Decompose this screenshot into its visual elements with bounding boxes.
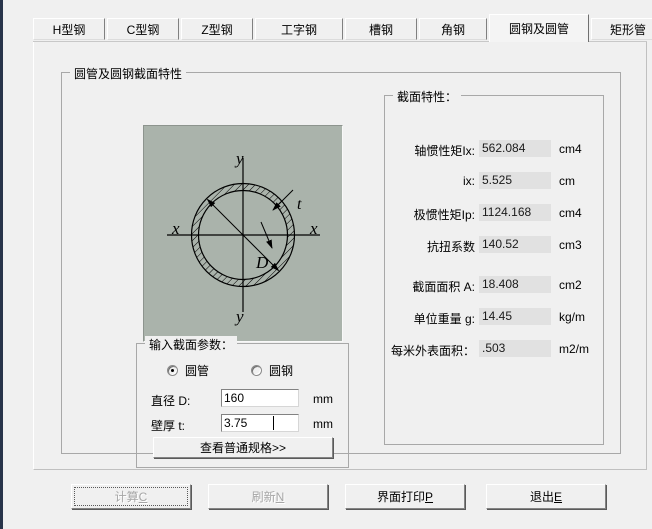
- diameter-input[interactable]: [221, 389, 299, 407]
- pipe-section-drawing: y y x x t D: [167, 149, 320, 326]
- cross-section-diagram: y y x x t D: [143, 125, 343, 342]
- property-unit: cm3: [559, 238, 582, 252]
- property-row: 单位重量 g: 14.45 kg/m: [385, 308, 603, 328]
- radio-option-label: 圆钢: [269, 364, 294, 378]
- diagram-label-diameter: D: [255, 253, 269, 272]
- calc-button-accelerator: C: [138, 490, 148, 504]
- radio-option-0[interactable]: 圆管: [167, 362, 209, 379]
- input-field-row: 壁厚 t: mm: [137, 414, 348, 436]
- tab-4[interactable]: 槽钢: [345, 18, 417, 40]
- tab-label: H型钢: [52, 22, 86, 37]
- property-label: 轴惯性矩Ix:: [414, 144, 475, 158]
- section-properties-group: 圆管及圆钢截面特性 y y x x t D 输入截面参数： 圆管 圆钢 直径 D…: [61, 65, 621, 468]
- diagram-label-x-right: x: [309, 219, 318, 238]
- property-row: ix: 5.525 cm: [385, 172, 603, 192]
- input-field-unit: mm: [313, 392, 333, 406]
- property-value: .503: [479, 340, 551, 357]
- input-field-label: 直径 D:: [151, 394, 191, 408]
- diagram-label-x-left: x: [171, 219, 180, 238]
- refresh-button: 刷新N: [208, 484, 328, 509]
- diagram-label-thickness: t: [297, 196, 302, 213]
- input-field-label: 壁厚 t:: [151, 419, 186, 433]
- property-value: 562.084: [479, 140, 551, 157]
- property-value: 140.52: [479, 236, 551, 253]
- radio-option-1[interactable]: 圆钢: [251, 362, 293, 379]
- view-standard-spec-button-label: 查看普通规格>>: [199, 441, 287, 455]
- tab-label: 角钢: [440, 22, 465, 37]
- view-standard-spec-button[interactable]: 查看普通规格>>: [153, 437, 333, 458]
- property-unit: cm: [559, 174, 575, 188]
- exit-button-accelerator: E: [554, 490, 563, 504]
- tab-6[interactable]: 圆钢及圆管: [489, 14, 589, 42]
- property-label: 单位重量 g:: [413, 312, 475, 326]
- section-type-radio-group: 圆管 圆钢: [137, 362, 348, 382]
- input-field-row: 直径 D: mm: [137, 389, 348, 411]
- property-value: 5.525: [479, 172, 551, 189]
- refresh-button-accelerator: N: [275, 490, 285, 504]
- input-parameters-group-legend: 输入截面参数：: [145, 336, 238, 353]
- thickness-input[interactable]: [221, 414, 299, 432]
- tab-label: 圆钢及圆管: [508, 22, 569, 36]
- tab-0[interactable]: H型钢: [33, 18, 105, 40]
- property-value: 14.45: [479, 308, 551, 325]
- property-unit: cm4: [559, 142, 582, 156]
- computed-properties-group: 截面特性： 轴惯性矩Ix: 562.084 cm4 ix: 5.525 cm 极惯性矩Ip:…: [384, 88, 604, 445]
- property-label: 截面面积 A:: [412, 280, 475, 294]
- tab-2[interactable]: Z型钢: [181, 18, 253, 40]
- exit-button[interactable]: 退出E: [486, 484, 606, 509]
- tab-label: 工字钢: [280, 22, 317, 37]
- text-caret: [273, 416, 274, 430]
- property-unit: kg/m: [559, 310, 586, 324]
- section-properties-group-legend: 圆管及圆钢截面特性: [70, 65, 187, 82]
- print-button-label: 界面打印P: [376, 490, 434, 504]
- property-unit: cm2: [559, 278, 582, 292]
- radio-button-icon[interactable]: [251, 365, 262, 376]
- property-value: 1124.168: [479, 204, 551, 221]
- calc-button: 计算C: [71, 484, 191, 509]
- computed-properties-group-legend: 截面特性：: [393, 88, 462, 105]
- property-label: 抗扭系数: [426, 240, 475, 254]
- print-button[interactable]: 界面打印P: [345, 484, 465, 509]
- property-unit: cm4: [559, 206, 582, 220]
- property-row: 截面面积 A: 18.408 cm2: [385, 276, 603, 296]
- tab-label: 槽钢: [368, 22, 393, 37]
- tab-5[interactable]: 角钢: [419, 18, 487, 40]
- input-parameters-group: 输入截面参数： 圆管 圆钢 直径 D: mm 壁厚 t: mm 查看普通规格>>: [136, 336, 349, 468]
- tab-3[interactable]: 工字钢: [255, 18, 343, 40]
- tab-strip: H型钢 C型钢 Z型钢 工字钢 槽钢 角钢 圆钢及圆管 矩形管: [33, 14, 652, 42]
- property-row: 极惯性矩Ip: 1124.168 cm4: [385, 204, 603, 224]
- property-row: 每米外表面积： .503 m2/m: [385, 340, 603, 360]
- property-label: 每米外表面积：: [390, 344, 475, 358]
- tab-1[interactable]: C型钢: [107, 18, 179, 40]
- tab-7[interactable]: 矩形管: [591, 18, 652, 40]
- diagram-label-y-bottom: y: [234, 307, 244, 326]
- exit-button-label: 退出E: [529, 490, 563, 504]
- radio-button-icon[interactable]: [167, 365, 178, 376]
- property-unit: m2/m: [559, 342, 589, 356]
- property-value: 18.408: [479, 276, 551, 293]
- refresh-button-label: 刷新N: [251, 490, 285, 504]
- diagram-label-y-top: y: [234, 149, 244, 168]
- window-client-area: H型钢 C型钢 Z型钢 工字钢 槽钢 角钢 圆钢及圆管 矩形管 圆管及圆钢截面特性: [3, 0, 652, 529]
- input-field-unit: mm: [313, 417, 333, 431]
- tab-label: Z型钢: [201, 22, 233, 37]
- calc-button-label: 计算C: [114, 490, 148, 504]
- property-row: 轴惯性矩Ix: 562.084 cm4: [385, 140, 603, 160]
- radio-option-label: 圆管: [185, 364, 210, 378]
- tab-label: 矩形管: [609, 22, 646, 37]
- property-label: 极惯性矩Ip:: [413, 208, 475, 222]
- property-label: ix:: [463, 174, 475, 188]
- property-row: 抗扭系数 140.52 cm3: [385, 236, 603, 256]
- tab-page-panel: 圆管及圆钢截面特性 y y x x t D 输入截面参数： 圆管 圆钢 直径 D…: [33, 42, 647, 470]
- print-button-accelerator: P: [425, 490, 434, 504]
- tab-label: C型钢: [126, 22, 160, 37]
